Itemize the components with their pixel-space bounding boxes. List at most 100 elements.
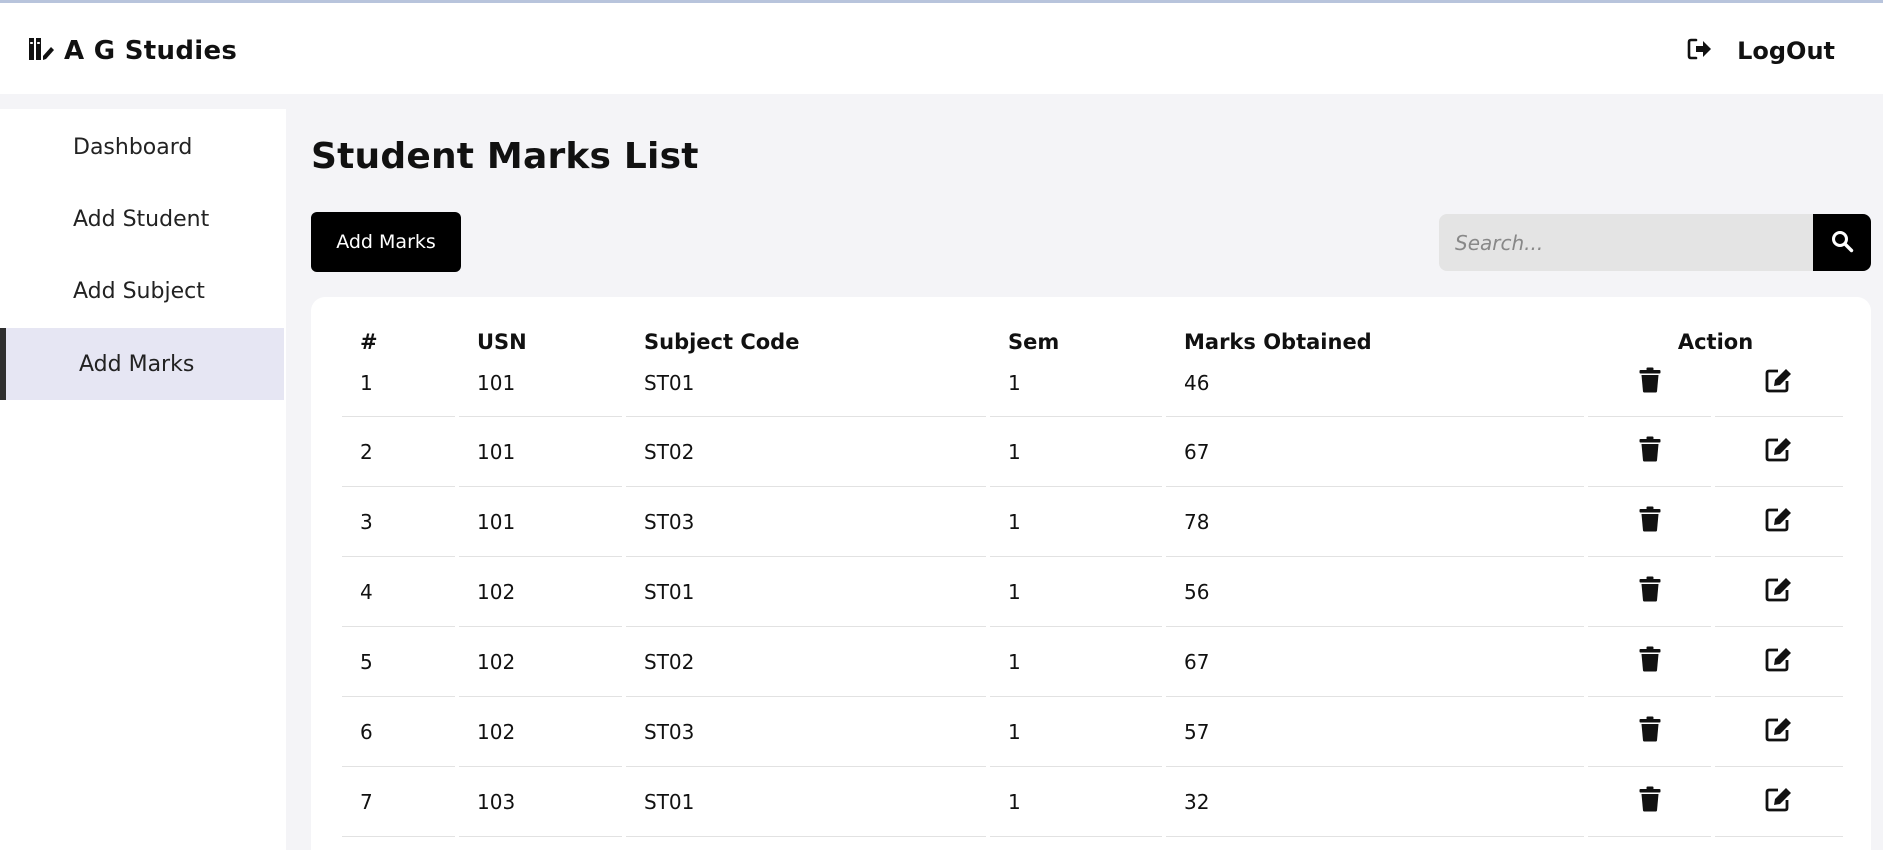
column-header-sem: Sem — [1008, 330, 1060, 354]
cell-subject-code: ST01 — [626, 365, 986, 417]
cell-delete — [1588, 365, 1711, 417]
column-header-usn: USN — [477, 330, 527, 354]
cell-edit — [1715, 627, 1843, 697]
trash-icon[interactable] — [1639, 646, 1661, 672]
cell-sem: 1 — [990, 365, 1162, 417]
column-header-action: Action — [1677, 330, 1754, 354]
cell-subject-code: ST01 — [626, 767, 986, 837]
cell-sem: 1 — [990, 767, 1162, 837]
cell-sem: 1 — [990, 697, 1162, 767]
trash-icon[interactable] — [1639, 367, 1661, 393]
cell-marks: 46 — [1166, 365, 1584, 417]
cell-marks: 56 — [1166, 557, 1584, 627]
cell-sem: 1 — [990, 627, 1162, 697]
edit-icon[interactable] — [1765, 786, 1793, 812]
cell-marks: 32 — [1166, 767, 1584, 837]
sidebar-item-label: Add Student — [73, 206, 210, 232]
sidebar-item-add-marks[interactable]: Add Marks — [0, 328, 284, 400]
cell-subject-code: ST03 — [626, 487, 986, 557]
cell-number: 2 — [342, 417, 455, 487]
cell-usn: 101 — [459, 417, 622, 487]
table-row: 1 101 ST01 1 46 — [342, 365, 1843, 417]
cell-subject-code: ST02 — [626, 417, 986, 487]
cell-number: 3 — [342, 487, 455, 557]
page-title: Student Marks List — [311, 136, 699, 177]
table-row: 2 101 ST02 1 67 — [342, 417, 1843, 487]
cell-sem: 1 — [990, 417, 1162, 487]
cell-subject-code: ST03 — [626, 697, 986, 767]
sidebar-item-add-subject[interactable]: Add Subject — [0, 255, 286, 327]
cell-delete — [1588, 417, 1711, 487]
cell-number: 6 — [342, 697, 455, 767]
cell-edit — [1715, 417, 1843, 487]
trash-icon[interactable] — [1639, 576, 1661, 602]
logout-button[interactable]: LogOut — [1687, 33, 1835, 69]
sidebar-item-label: Add Marks — [79, 351, 195, 377]
table-row: 6 102 ST03 1 57 — [342, 697, 1843, 767]
cell-marks: 57 — [1166, 697, 1584, 767]
cell-number: 7 — [342, 767, 455, 837]
cell-marks: 78 — [1166, 487, 1584, 557]
cell-sem: 1 — [990, 557, 1162, 627]
cell-usn: 102 — [459, 627, 622, 697]
cell-edit — [1715, 767, 1843, 837]
marks-table: # USN Subject Code Sem Marks Obtained Ac… — [338, 319, 1847, 837]
column-header-number: # — [360, 330, 378, 354]
cell-number: 5 — [342, 627, 455, 697]
app-title: A G Studies — [64, 36, 238, 66]
cell-sem: 1 — [990, 487, 1162, 557]
edit-icon[interactable] — [1765, 646, 1793, 672]
sidebar: Dashboard Add Student Add Subject Add Ma… — [0, 109, 286, 850]
trash-icon[interactable] — [1639, 436, 1661, 462]
search-bar — [1439, 214, 1871, 271]
cell-usn: 101 — [459, 487, 622, 557]
sidebar-item-label: Dashboard — [73, 134, 193, 160]
cell-delete — [1588, 627, 1711, 697]
cell-delete — [1588, 557, 1711, 627]
cell-edit — [1715, 487, 1843, 557]
cell-delete — [1588, 767, 1711, 837]
search-input[interactable] — [1439, 214, 1813, 271]
search-button[interactable] — [1813, 214, 1871, 271]
cell-edit — [1715, 697, 1843, 767]
cell-usn: 101 — [459, 365, 622, 417]
search-icon — [1830, 229, 1854, 256]
table-row: 4 102 ST01 1 56 — [342, 557, 1843, 627]
trash-icon[interactable] — [1639, 786, 1661, 812]
add-marks-button[interactable]: Add Marks — [311, 212, 461, 272]
cell-marks: 67 — [1166, 417, 1584, 487]
table-header-row: # USN Subject Code Sem Marks Obtained Ac… — [342, 319, 1843, 365]
cell-subject-code: ST02 — [626, 627, 986, 697]
trash-icon[interactable] — [1639, 716, 1661, 742]
table-row: 3 101 ST03 1 78 — [342, 487, 1843, 557]
brand[interactable]: A G Studies — [28, 33, 237, 69]
column-header-subject-code: Subject Code — [644, 330, 800, 354]
top-header: A G Studies LogOut — [0, 3, 1883, 94]
marks-table-card: # USN Subject Code Sem Marks Obtained Ac… — [311, 297, 1871, 850]
sign-out-icon — [1687, 37, 1713, 65]
cell-delete — [1588, 697, 1711, 767]
book-pen-icon — [28, 36, 54, 66]
trash-icon[interactable] — [1639, 506, 1661, 532]
sidebar-item-dashboard[interactable]: Dashboard — [0, 111, 286, 183]
edit-icon[interactable] — [1765, 716, 1793, 742]
cell-number: 1 — [342, 365, 455, 417]
cell-edit — [1715, 557, 1843, 627]
edit-icon[interactable] — [1765, 367, 1793, 393]
edit-icon[interactable] — [1765, 436, 1793, 462]
table-row: 5 102 ST02 1 67 — [342, 627, 1843, 697]
edit-icon[interactable] — [1765, 576, 1793, 602]
column-header-marks-obtained: Marks Obtained — [1184, 330, 1372, 354]
table-row: 7 103 ST01 1 32 — [342, 767, 1843, 837]
edit-icon[interactable] — [1765, 506, 1793, 532]
cell-number: 4 — [342, 557, 455, 627]
cell-delete — [1588, 487, 1711, 557]
cell-usn: 102 — [459, 557, 622, 627]
cell-usn: 103 — [459, 767, 622, 837]
cell-usn: 102 — [459, 697, 622, 767]
logout-label: LogOut — [1737, 37, 1835, 65]
cell-marks: 67 — [1166, 627, 1584, 697]
cell-subject-code: ST01 — [626, 557, 986, 627]
cell-edit — [1715, 365, 1843, 417]
sidebar-item-add-student[interactable]: Add Student — [0, 183, 286, 255]
